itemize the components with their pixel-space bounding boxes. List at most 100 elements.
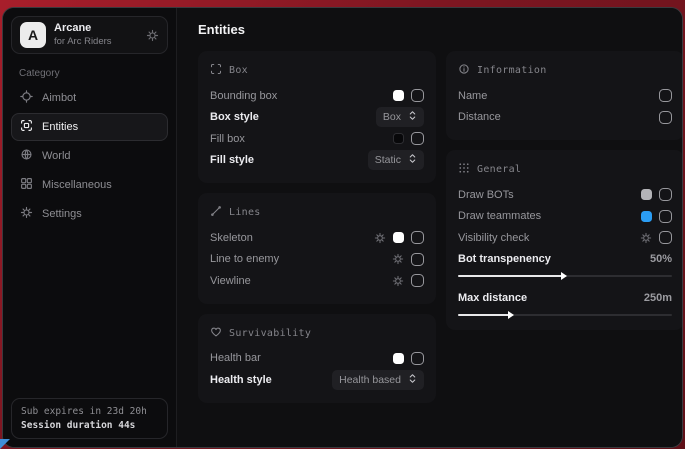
brand-gear-icon[interactable] [146, 29, 159, 42]
section-title: Information [477, 65, 547, 76]
sidebar-item-label: Entities [42, 121, 78, 133]
color-swatch[interactable] [393, 90, 404, 101]
section-title: Lines [229, 207, 261, 218]
slider-value: 50% [650, 253, 672, 265]
row-health-style: Health style Health based [210, 369, 424, 391]
section-general: General Draw BOTs Draw teammates [446, 150, 683, 330]
row-line-to-enemy: Line to enemy [210, 249, 424, 271]
row-label: Viewline [210, 275, 251, 287]
slider-value: 250m [644, 292, 672, 304]
line-icon [210, 205, 222, 220]
row-label: Visibility check [458, 232, 529, 244]
page-title: Entities [198, 22, 683, 37]
distance-checkbox[interactable] [659, 111, 672, 124]
sidebar-item-aimbot[interactable]: Aimbot [11, 84, 168, 112]
app-subtitle: for Arc Riders [54, 36, 112, 48]
row-label: Max distance [458, 292, 527, 304]
bot-transparency-slider[interactable] [458, 275, 672, 277]
unfold-icon [408, 373, 417, 387]
dropdown-value: Box [383, 111, 401, 123]
row-label: Draw BOTs [458, 189, 514, 201]
dropdown-value: Health based [339, 374, 401, 386]
sidebar-item-label: Aimbot [42, 92, 76, 104]
color-swatch[interactable] [393, 353, 404, 364]
slider-fill [458, 314, 512, 316]
row-label: Fill box [210, 133, 245, 145]
sidebar-item-miscellaneous[interactable]: Miscellaneous [11, 171, 168, 199]
left-column: Box Bounding box Box style Box [198, 51, 436, 403]
row-label: Bot transpenency [458, 253, 551, 265]
skeleton-checkbox[interactable] [411, 231, 424, 244]
name-checkbox[interactable] [659, 89, 672, 102]
gear-icon [20, 206, 33, 222]
sidebar-item-label: Settings [42, 208, 82, 220]
session-duration-text: Session duration 44s [21, 420, 158, 431]
skeleton-settings-icon[interactable] [374, 232, 386, 244]
globe-icon [20, 148, 33, 164]
section-title: General [477, 164, 521, 175]
row-label: Line to enemy [210, 253, 279, 265]
row-label: Health style [210, 374, 272, 386]
visibility-settings-icon[interactable] [640, 232, 652, 244]
sidebar-item-entities[interactable]: Entities [11, 113, 168, 141]
mouse-cursor [0, 439, 10, 449]
subscription-card: Sub expires in 23d 20h Session duration … [11, 398, 168, 439]
unfold-icon [408, 110, 417, 124]
section-box: Box Bounding box Box style Box [198, 51, 436, 183]
sidebar-item-world[interactable]: World [11, 142, 168, 170]
draw-teammates-checkbox[interactable] [659, 210, 672, 223]
brand-card: A Arcane for Arc Riders [11, 16, 168, 54]
scan-icon [20, 119, 33, 135]
sidebar-item-label: World [42, 150, 71, 162]
visibility-check-checkbox[interactable] [659, 231, 672, 244]
row-name: Name [458, 85, 672, 107]
grid-icon [20, 177, 33, 193]
line-to-enemy-settings-icon[interactable] [392, 253, 404, 265]
color-swatch[interactable] [641, 211, 652, 222]
row-bounding-box: Bounding box [210, 85, 424, 107]
fill-box-checkbox[interactable] [411, 132, 424, 145]
color-swatch[interactable] [393, 232, 404, 243]
main-panel: Entities Box Bounding box [177, 8, 683, 447]
sub-expiry-text: Sub expires in 23d 20h [21, 406, 158, 417]
row-draw-bots: Draw BOTs [458, 184, 672, 206]
row-draw-teammates: Draw teammates [458, 206, 672, 228]
unfold-icon [408, 153, 417, 167]
line-to-enemy-checkbox[interactable] [411, 253, 424, 266]
arcane-window: A Arcane for Arc Riders Category Aimbot … [2, 7, 683, 448]
health-style-dropdown[interactable]: Health based [332, 370, 424, 390]
row-bot-transparency: Bot transpenency 50% [458, 249, 672, 271]
max-distance-slider[interactable] [458, 314, 672, 316]
health-bar-checkbox[interactable] [411, 352, 424, 365]
row-label: Name [458, 90, 487, 102]
row-label: Skeleton [210, 232, 253, 244]
section-title: Box [229, 65, 248, 76]
viewline-settings-icon[interactable] [392, 275, 404, 287]
sidebar-item-settings[interactable]: Settings [11, 200, 168, 228]
box-brackets-icon [210, 63, 222, 78]
app-title: Arcane [54, 22, 112, 36]
sidebar: A Arcane for Arc Riders Category Aimbot … [3, 8, 177, 447]
row-visibility-check: Visibility check [458, 227, 672, 249]
draw-bots-checkbox[interactable] [659, 188, 672, 201]
slider-fill [458, 275, 565, 277]
row-label: Bounding box [210, 90, 277, 102]
dropdown-value: Static [375, 154, 401, 166]
row-box-style: Box style Box [210, 107, 424, 129]
row-fill-box: Fill box [210, 128, 424, 150]
section-information: Information Name Distance [446, 51, 683, 140]
row-label: Fill style [210, 154, 254, 166]
fill-style-dropdown[interactable]: Static [368, 150, 424, 170]
color-swatch[interactable] [393, 133, 404, 144]
row-label: Box style [210, 111, 259, 123]
row-label: Draw teammates [458, 210, 541, 222]
row-health-bar: Health bar [210, 348, 424, 370]
row-viewline: Viewline [210, 270, 424, 292]
row-max-distance: Max distance 250m [458, 287, 672, 309]
section-title: Survivability [229, 328, 311, 339]
viewline-checkbox[interactable] [411, 274, 424, 287]
color-swatch[interactable] [641, 189, 652, 200]
bounding-box-checkbox[interactable] [411, 89, 424, 102]
sidebar-nav: Aimbot Entities World Miscellaneous Sett… [11, 84, 168, 228]
box-style-dropdown[interactable]: Box [376, 107, 424, 127]
